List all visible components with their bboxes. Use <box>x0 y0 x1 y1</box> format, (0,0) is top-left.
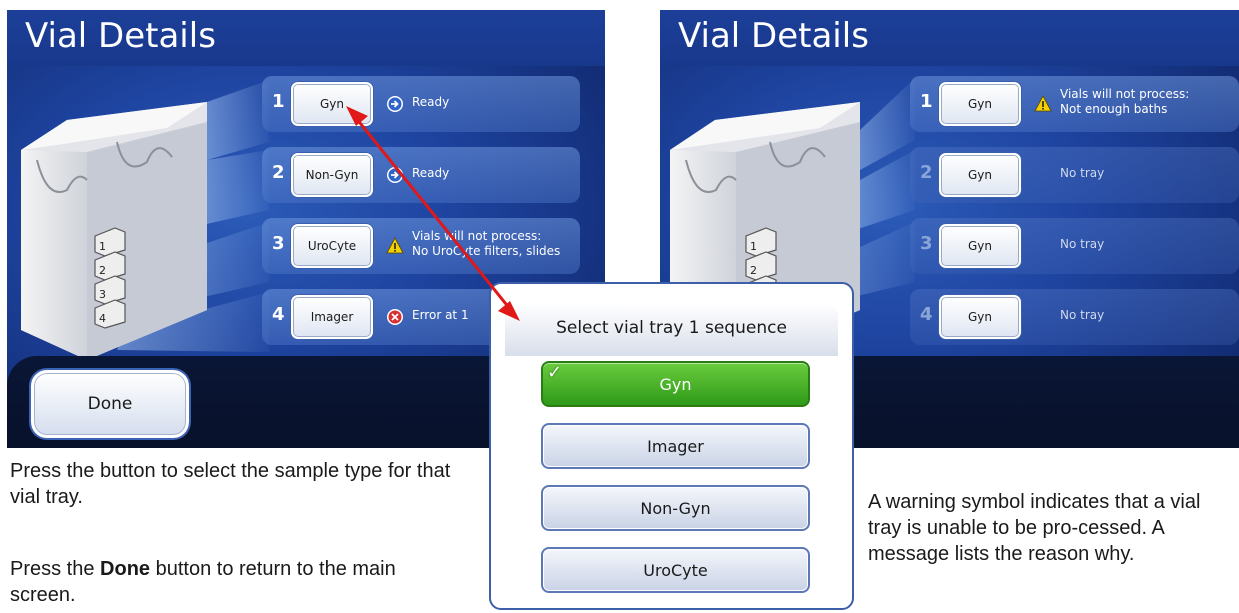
status-text: No tray <box>1060 166 1105 180</box>
sequence-button-gyn[interactable]: Gyn <box>939 153 1021 197</box>
status-text: Error at 1 <box>412 308 469 322</box>
tray-label-2: 2 <box>99 264 106 277</box>
sequence-select-popup: Select vial tray 1 sequence ✓ Gyn Imager… <box>489 282 854 610</box>
vial-row-1: 1 Gyn Ready <box>262 76 580 132</box>
status-line-1: Vials will not process: <box>1060 87 1190 101</box>
caption-text: Press the <box>10 558 101 580</box>
popup-title: Select vial tray 1 sequence <box>556 318 787 338</box>
error-x-icon <box>387 309 403 325</box>
arrow-right-icon <box>387 167 403 183</box>
status-text: Ready <box>412 95 450 109</box>
vial-row-3: 3 Gyn No tray <box>910 218 1239 274</box>
warning-icon <box>386 237 404 254</box>
tray-label-1: 1 <box>99 240 106 253</box>
status-text: No tray <box>1060 308 1105 322</box>
sequence-button-gyn[interactable]: Gyn <box>939 224 1021 268</box>
row-number: 2 <box>920 162 933 183</box>
sequence-button-gyn[interactable]: Gyn <box>291 82 373 126</box>
vial-row-4: 4 Gyn No tray <box>910 289 1239 345</box>
row-number: 1 <box>272 91 285 112</box>
sequence-button-non-gyn[interactable]: Non-Gyn <box>291 153 373 197</box>
sequence-button-gyn[interactable]: Gyn <box>939 295 1021 339</box>
option-label: Gyn <box>659 374 692 394</box>
tray-label-3: 3 <box>99 288 106 301</box>
option-label: UroCyte <box>643 560 708 580</box>
caption-done: Press the Done button to return to the m… <box>10 556 460 608</box>
option-label: Non-Gyn <box>640 498 711 518</box>
option-urocyte-button[interactable]: UroCyte <box>541 547 810 593</box>
popup-header: Select vial tray 1 sequence <box>505 304 838 356</box>
status-line-1: Vials will not process: <box>412 229 542 243</box>
status-text: No tray <box>1060 237 1105 251</box>
tray-label-4: 4 <box>99 312 106 325</box>
tray-label-1: 1 <box>750 240 757 253</box>
status-text: Vials will not process: Not enough baths <box>1060 87 1220 117</box>
status-line-2: No UroCyte filters, slides <box>412 244 561 258</box>
row-number: 3 <box>272 233 285 254</box>
row-number: 3 <box>920 233 933 254</box>
caption-warning: A warning symbol indicates that a vial t… <box>868 491 1201 565</box>
vial-row-3: 3 UroCyte Vials will not process: No Uro… <box>262 218 580 274</box>
sequence-button-gyn[interactable]: Gyn <box>939 82 1021 126</box>
status-line-2: Not enough baths <box>1060 102 1168 116</box>
option-non-gyn-button[interactable]: Non-Gyn <box>541 485 810 531</box>
vial-row-1: 1 Gyn Vials will not process: Not enough… <box>910 76 1239 132</box>
option-imager-button[interactable]: Imager <box>541 423 810 469</box>
vial-row-2: 2 Gyn No tray <box>910 147 1239 203</box>
warning-icon <box>1034 95 1052 112</box>
vial-row-2: 2 Non-Gyn Ready <box>262 147 580 203</box>
status-text: Vials will not process: No UroCyte filte… <box>412 229 572 259</box>
arrow-right-icon <box>387 96 403 112</box>
row-number: 4 <box>272 304 285 325</box>
tray-label-2: 2 <box>750 264 757 277</box>
option-gyn-button[interactable]: ✓ Gyn <box>541 361 810 407</box>
sequence-button-imager[interactable]: Imager <box>291 295 373 339</box>
status-text: Ready <box>412 166 450 180</box>
row-number: 1 <box>920 91 933 112</box>
row-number: 4 <box>920 304 933 325</box>
checkmark-icon: ✓ <box>547 362 563 383</box>
caption-select-sample: Press the button to select the sample ty… <box>10 460 451 508</box>
caption-bold: Done <box>100 558 151 580</box>
sequence-button-urocyte[interactable]: UroCyte <box>291 224 373 268</box>
option-label: Imager <box>647 436 704 456</box>
row-number: 2 <box>272 162 285 183</box>
done-button[interactable]: Done <box>31 370 189 438</box>
